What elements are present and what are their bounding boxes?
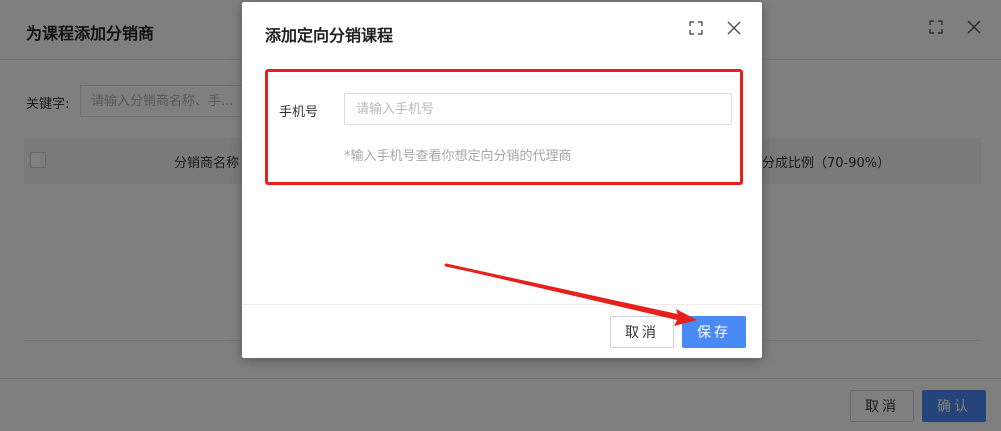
inner-dialog-title: 添加定向分销课程	[265, 26, 394, 45]
phone-hint: *输入手机号查看你想定向分销的代理商	[344, 149, 572, 164]
expand-icon[interactable]	[687, 21, 705, 39]
close-icon[interactable]	[725, 21, 743, 39]
annotation-highlight-box	[265, 69, 743, 185]
add-targeted-course-dialog: 添加定向分销课程 手机号 *输入手机号查看你想定向分销的代理商 取消 保存	[242, 2, 762, 358]
inner-cancel-button[interactable]: 取消	[610, 316, 674, 348]
phone-label: 手机号	[279, 105, 319, 120]
phone-input[interactable]	[344, 93, 732, 125]
save-button[interactable]: 保存	[682, 316, 746, 348]
